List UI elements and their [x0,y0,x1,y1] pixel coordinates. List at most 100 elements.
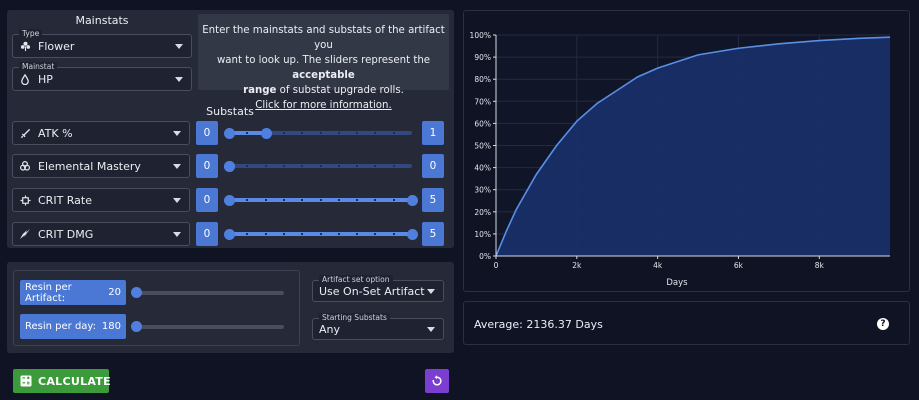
resin-per-artifact-slider[interactable] [126,280,292,305]
slider-thumb[interactable] [131,321,142,332]
substat-select[interactable]: ATK % [12,121,190,145]
info-box: Enter the mainstats and substats of the … [198,14,449,111]
slider-tick [282,233,285,235]
resin-per-day-slider[interactable] [126,314,292,339]
mainstat-legend: Mainstat [19,62,58,71]
chevron-down-icon [175,43,183,49]
probability-chart: 0% 10% 20% 30% 40% 50% 60% 70% 80% 90% 100% 0 2k 4k 6k… [470,31,891,288]
slider-tick [246,165,249,167]
slider-tick [392,132,395,134]
chevron-down-icon [173,197,181,203]
y-tick-label: 30% [474,186,491,195]
substat-range-slider[interactable] [219,121,420,145]
slider-thumb-max[interactable] [260,127,272,139]
x-tick-label: 6k [734,261,744,270]
slider-tick [392,165,395,167]
substat-range-slider[interactable] [219,188,420,212]
x-axis-label: Days [666,278,688,288]
slider-tick [301,165,304,167]
substat-name: ATK % [38,126,73,140]
calculate-button[interactable]: CALCULATE [13,369,111,393]
slider-tick [374,233,377,235]
flower-icon [19,40,31,52]
substat-name: CRIT DMG [38,227,94,241]
slider-thumb-min[interactable] [224,194,235,206]
starting-substats-legend: Starting Substats [319,313,390,322]
crosshair-icon [19,194,31,206]
slider-track [134,291,284,295]
slider-tick [337,233,340,235]
substat-name: Elemental Mastery [38,159,141,173]
slider-tick [356,199,359,201]
slider-tick [264,165,267,167]
slider-thumb-max[interactable] [407,194,418,206]
slider-tick [301,199,304,201]
calculate-label: CALCULATE [38,374,111,388]
average-panel: Average: 2136.37 Days ? [463,301,910,345]
sword-icon [19,127,31,139]
starting-substats-value: Any [319,322,341,336]
chevron-down-icon [427,288,435,294]
slider-tick [337,165,340,167]
resin-per-artifact: Resin per Artifact: 20 [20,280,126,305]
y-tick-label: 70% [474,97,491,106]
substat-max-value: 0 [422,154,444,178]
chevron-down-icon [173,130,181,136]
type-value: Flower [38,39,75,53]
artifact-set-option-value: Use On-Set Artifact [319,284,425,298]
info-line-3: of substat upgrade rolls. [276,85,404,96]
slider-thumb-max[interactable] [407,228,418,240]
calculator-icon [20,375,32,387]
x-tick-label: 0 [494,261,499,270]
slider-thumb-min[interactable] [224,127,235,139]
y-tick-label: 80% [474,75,491,84]
mainstat-select[interactable]: Mainstat HP [12,62,192,91]
slider-tick [337,132,340,134]
slider-tick [319,199,322,201]
substat-range-slider[interactable] [219,222,420,246]
y-tick-label: 50% [474,142,491,151]
chart-panel: 0% 10% 20% 30% 40% 50% 60% 70% 80% 90% 100% 0 2k 4k 6k… [463,10,910,292]
slider-tick [392,233,395,235]
substat-select[interactable]: CRIT Rate [12,188,190,212]
type-select[interactable]: Type Flower [12,29,192,58]
slider-tick [264,199,267,201]
atom-icon [19,160,31,172]
slider-tick [374,132,377,134]
mainstats-title: Mainstats [75,14,129,27]
reset-icon [432,375,442,386]
substat-max-value: 5 [422,222,444,246]
y-tick-label: 20% [474,208,491,217]
slider-thumb-max[interactable] [224,160,235,172]
help-icon[interactable]: ? [877,318,889,330]
chevron-down-icon [173,231,181,237]
substat-name: CRIT Rate [38,193,93,207]
slider-thumb[interactable] [131,287,142,298]
x-tick-label: 2k [572,261,582,270]
chevron-down-icon [175,76,183,82]
slider-tick [301,132,304,134]
slider-thumb-min[interactable] [224,228,235,240]
substat-select[interactable]: Elemental Mastery [12,154,190,178]
slider-tick [392,199,395,201]
slider-tick [246,132,249,134]
starting-substats-select[interactable]: Starting Substats Any [312,313,444,340]
slider-tick [356,233,359,235]
average-text: Average: 2136.37 Days [474,318,603,331]
slider-tick [301,233,304,235]
substat-range-slider[interactable] [219,154,420,178]
x-tick-label: 4k [653,261,663,270]
artifact-set-option-select[interactable]: Artifact set option Use On-Set Artifact [312,275,444,302]
substat-select[interactable]: CRIT DMG [12,222,190,246]
slider-tick [319,233,322,235]
mainstat-value: HP [38,72,53,86]
slider-tick [282,165,285,167]
slider-tick [282,132,285,134]
burst-icon [19,228,31,240]
slider-tick [356,132,359,134]
substats-title: Substats [206,105,254,118]
chevron-down-icon [427,326,435,332]
type-legend: Type [19,29,43,38]
reset-button[interactable] [425,369,449,393]
slider-tick [374,165,377,167]
